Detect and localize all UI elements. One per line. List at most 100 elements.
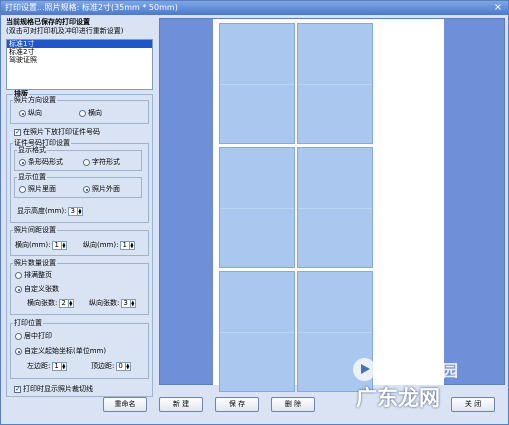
count-v-row: 纵向张数: 3 ▲ ▼ xyxy=(89,299,136,308)
saved-settings-hint: (双击可对打印机及冲印进行重新设置) xyxy=(6,27,124,35)
height-stepper[interactable]: 3 ▲ ▼ xyxy=(68,207,83,216)
spin-arrows-icon[interactable]: ▲ ▼ xyxy=(60,363,66,370)
print-border-label: 打印时显示照片裁切线 xyxy=(23,385,93,393)
spacing-h-stepper[interactable]: 1 ▲ ▼ xyxy=(52,241,67,250)
height-value: 3 xyxy=(70,207,75,215)
spin-arrows-icon[interactable]: ▲ ▼ xyxy=(129,300,135,307)
orientation-title: 照片方向设置 xyxy=(13,96,57,104)
window-title: 打印设置...照片规格: 标准2寸(35mm * 50mm) xyxy=(5,3,178,12)
full-page-option[interactable]: 排满整页 xyxy=(15,271,52,280)
center-label: 居中打印 xyxy=(24,332,52,340)
custom-position-option[interactable]: 自定义起始坐标(单位mm) xyxy=(15,347,106,356)
play-logo-icon xyxy=(353,358,376,381)
spin-arrows-icon[interactable]: ▲ ▼ xyxy=(128,242,134,249)
print-position-group: 打印位置 居中打印 自定义起始坐标(单位mm) 左边距: 1 ▲ ▼ 顶边距: 0 ▲… xyxy=(10,319,149,379)
custom-position-radio[interactable] xyxy=(15,348,22,355)
count-v-stepper[interactable]: 3 ▲ ▼ xyxy=(121,299,136,308)
top-margin-row: 顶边距: 0 ▲ ▼ xyxy=(91,362,131,371)
outside-radio[interactable] xyxy=(83,186,90,193)
spacing-v-label: 纵向(mm): xyxy=(83,241,119,249)
print-settings-window: 打印设置...照片规格: 标准2寸(35mm * 50mm) × 当前规格已保存… xyxy=(0,0,509,425)
spacing-v-stepper[interactable]: 1 ▲ ▼ xyxy=(120,241,135,250)
custom-count-radio[interactable] xyxy=(15,286,22,293)
text-label: 字符形式 xyxy=(92,158,120,166)
saved-settings-header: 当前规格已保存的打印设置 xyxy=(6,18,90,26)
new-button[interactable]: 新 建 xyxy=(159,397,203,412)
portrait-option[interactable]: 纵向 xyxy=(19,109,42,118)
layout-group: 排版 照片方向设置 纵向 横向 在照片下放打印证件号码 证件号码打印设置 xyxy=(6,90,153,397)
spin-arrows-icon[interactable]: ▲ ▼ xyxy=(67,300,73,307)
action-bar: 重命名 新 建 保 存 删 除 xyxy=(103,397,315,412)
print-border-option[interactable]: 打印时显示照片裁切线 xyxy=(14,385,93,394)
photo-slot xyxy=(219,147,295,268)
custom-position-label: 自定义起始坐标(单位mm) xyxy=(24,347,107,355)
preset-item[interactable]: 标准2寸 xyxy=(7,48,152,56)
print-id-checkbox[interactable] xyxy=(14,128,21,137)
barcode-option[interactable]: 条形码形式 xyxy=(19,158,63,167)
top-margin-value: 0 xyxy=(118,362,123,370)
count-h-stepper[interactable]: 2 ▲ ▼ xyxy=(59,299,74,308)
display-format-group: 显示格式 条形码形式 字符形式 xyxy=(14,146,142,171)
count-v-value: 3 xyxy=(123,299,128,307)
landscape-option[interactable]: 横向 xyxy=(79,109,102,118)
delete-button[interactable]: 删 除 xyxy=(271,397,315,412)
preset-item[interactable]: 标准1寸 xyxy=(7,40,152,48)
text-option[interactable]: 字符形式 xyxy=(83,158,120,167)
top-margin-stepper[interactable]: 0 ▲ ▼ xyxy=(116,362,131,371)
preset-list[interactable]: 标准1寸 标准2寸 驾驶证照 xyxy=(6,39,153,90)
watermark-url: 广东龙网 xyxy=(356,386,440,410)
spin-arrows-icon[interactable]: ▲ ▼ xyxy=(60,242,66,249)
photo-slot xyxy=(219,23,295,144)
landscape-radio[interactable] xyxy=(79,110,86,117)
display-format-title: 显示格式 xyxy=(17,146,47,154)
count-h-label: 横向张数: xyxy=(27,299,58,307)
height-label: 显示高度(mm): xyxy=(17,207,67,215)
spacing-v-value: 1 xyxy=(122,241,127,249)
preset-item[interactable]: 驾驶证照 xyxy=(7,56,152,64)
inside-radio[interactable] xyxy=(19,186,26,193)
center-radio[interactable] xyxy=(15,333,22,340)
count-h-value: 2 xyxy=(61,299,66,307)
spacing-h-row: 横向(mm): 1 ▲ ▼ xyxy=(15,241,67,250)
center-option[interactable]: 居中打印 xyxy=(15,332,52,341)
id-print-group: 证件号码打印设置 显示格式 条形码形式 字符形式 显示位置 照片里面 照片外面 … xyxy=(10,139,149,223)
left-margin-label: 左边距: xyxy=(27,362,51,370)
print-preview xyxy=(159,18,505,392)
save-button[interactable]: 保 存 xyxy=(215,397,259,412)
close-icon[interactable]: × xyxy=(492,2,504,13)
photo-slot xyxy=(219,271,295,392)
full-page-radio[interactable] xyxy=(15,272,22,279)
spacing-h-value: 1 xyxy=(54,241,59,249)
orientation-group: 照片方向设置 纵向 横向 xyxy=(10,96,149,124)
text-radio[interactable] xyxy=(83,159,90,166)
print-id-label: 在照片下放打印证件号码 xyxy=(23,128,100,136)
print-id-option[interactable]: 在照片下放打印证件号码 xyxy=(14,128,100,137)
left-margin-row: 左边距: 1 ▲ ▼ xyxy=(27,362,67,371)
count-h-row: 横向张数: 2 ▲ ▼ xyxy=(27,299,74,308)
preview-page xyxy=(213,19,444,392)
top-margin-label: 顶边距: xyxy=(91,362,115,370)
barcode-radio[interactable] xyxy=(19,159,26,166)
inside-option[interactable]: 照片里面 xyxy=(19,185,56,194)
custom-count-option[interactable]: 自定义张数 xyxy=(15,285,59,294)
left-margin-stepper[interactable]: 1 ▲ ▼ xyxy=(52,362,67,371)
spacing-group: 照片间距设置 横向(mm): 1 ▲ ▼ 纵向(mm): 1 ▲ ▼ xyxy=(10,226,149,256)
photo-slot xyxy=(297,23,373,144)
inside-label: 照片里面 xyxy=(28,185,56,193)
rename-button[interactable]: 重命名 xyxy=(103,397,147,412)
count-group: 照片数量设置 排满整页 自定义张数 横向张数: 2 ▲ ▼ 纵向张数: 3 ▲ ▼ xyxy=(10,259,149,315)
portrait-radio[interactable] xyxy=(19,110,26,117)
left-margin-value: 1 xyxy=(54,362,59,370)
display-position-group: 显示位置 照片里面 照片外面 xyxy=(14,173,142,198)
portrait-label: 纵向 xyxy=(28,109,42,117)
spin-arrows-icon[interactable]: ▲ ▼ xyxy=(124,363,130,370)
custom-count-label: 自定义张数 xyxy=(24,285,59,293)
spacing-h-label: 横向(mm): xyxy=(15,241,51,249)
count-v-label: 纵向张数: xyxy=(89,299,120,307)
title-bar: 打印设置...照片规格: 标准2寸(35mm * 50mm) × xyxy=(1,1,508,15)
outside-option[interactable]: 照片外面 xyxy=(83,185,120,194)
print-border-checkbox[interactable] xyxy=(14,385,21,394)
photo-slot xyxy=(297,147,373,268)
spin-arrows-icon[interactable]: ▲ ▼ xyxy=(76,208,82,215)
display-position-title: 显示位置 xyxy=(17,173,47,181)
